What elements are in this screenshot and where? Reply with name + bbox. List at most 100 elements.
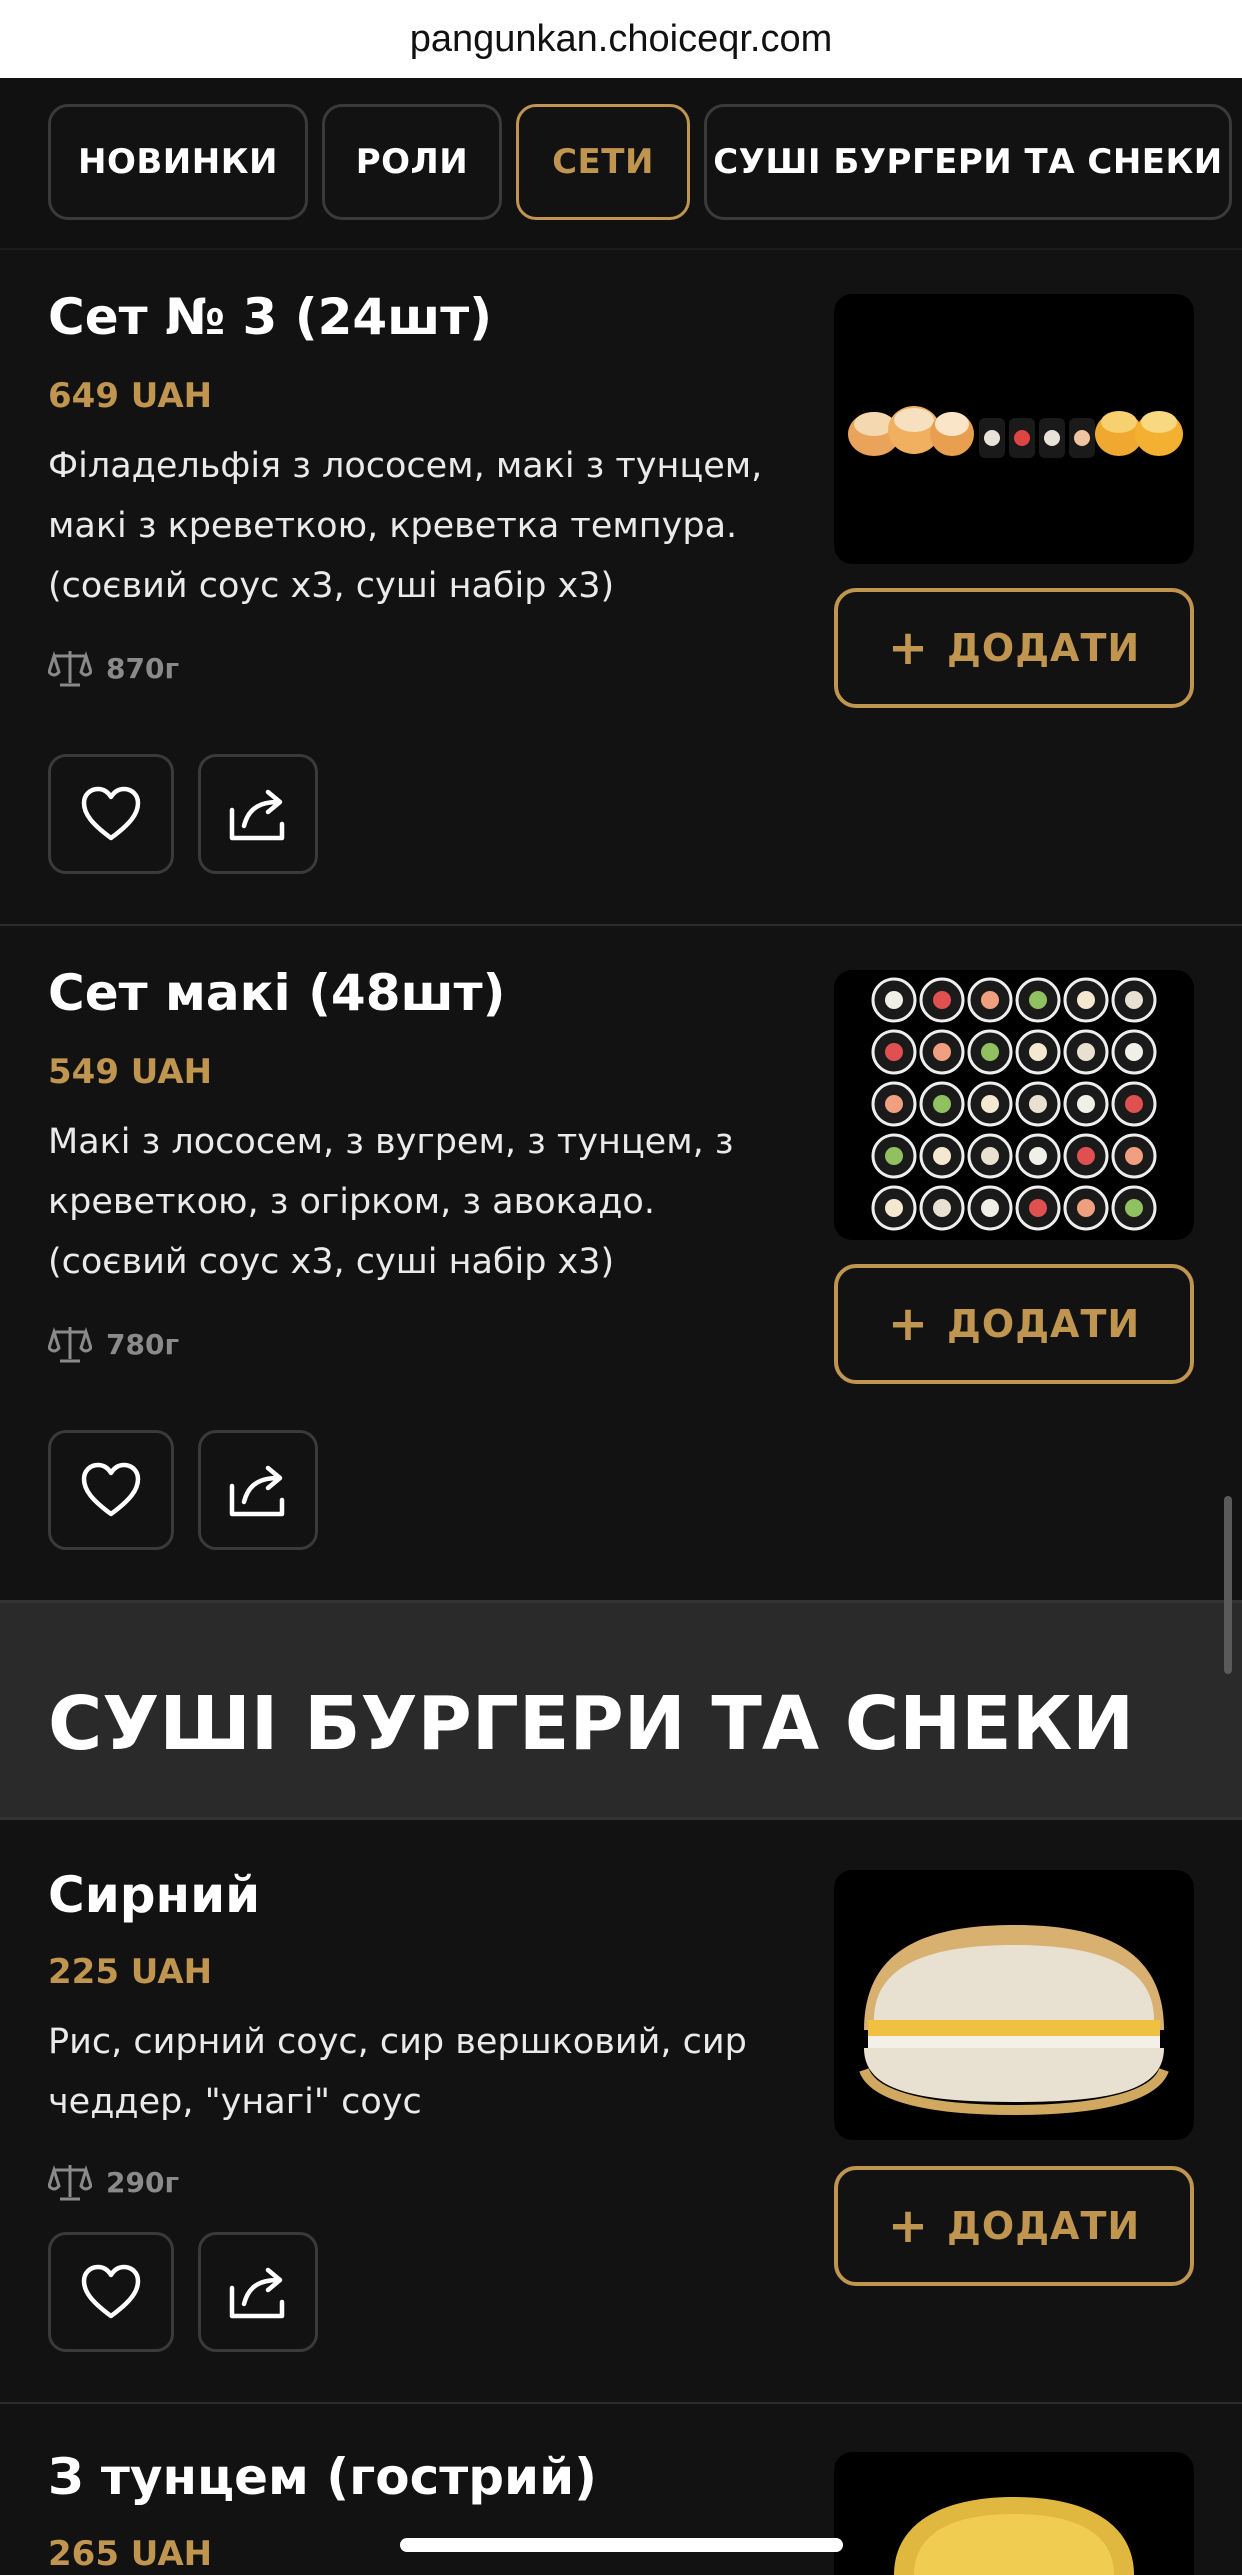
url-text: pangunkan.choiceqr.com: [409, 17, 833, 60]
sushi-set-photo[interactable]: [834, 294, 1194, 564]
maki-filling: [1077, 1095, 1095, 1113]
maki-filling: [933, 1147, 951, 1165]
item-price: 225 UAH: [48, 1952, 213, 1992]
maki-filling: [1029, 991, 1047, 1009]
maki-filling: [1029, 1199, 1047, 1217]
sushi-burger-photo[interactable]: [834, 1870, 1194, 2140]
maki-filling: [933, 991, 951, 1009]
scales-icon: [48, 1326, 92, 1363]
description-line: Макі з лососем, з вугрем, з тунцем, з: [48, 1122, 734, 1162]
maki-filling: [1125, 1043, 1143, 1061]
weight-value: 780г: [106, 1327, 180, 1361]
share-button[interactable]: [198, 1430, 318, 1550]
tab-sushi-burgers[interactable]: СУШІ БУРГЕРИ ТА СНЕКИ: [704, 104, 1232, 220]
browser-url-bar[interactable]: pangunkan.choiceqr.com: [0, 0, 1242, 78]
maki-filling: [885, 991, 903, 1009]
favorite-button[interactable]: [48, 754, 174, 874]
maki-filling: [933, 1043, 951, 1061]
sushi-burger-photo[interactable]: [834, 2452, 1194, 2575]
item-description: Макі з лососем, з вугрем, з тунцем, з кр…: [48, 1112, 788, 1292]
description-line: креветкою, з огірком, з авокадо.: [48, 1182, 655, 1222]
share-icon: [229, 2267, 285, 2319]
add-to-cart-button[interactable]: + ДОДАТИ: [834, 2166, 1194, 2286]
maki-set-photo[interactable]: [834, 970, 1194, 1240]
maki-filling: [981, 1199, 999, 1217]
item-price: 549 UAH: [48, 1052, 213, 1092]
maki-filling: [1125, 991, 1143, 1009]
share-icon: [229, 1465, 285, 1517]
section-header: СУШІ БУРГЕРИ ТА СНЕКИ: [0, 1600, 1242, 1820]
item-title: З тунцем (гострий): [48, 2448, 597, 2506]
maki-set-image: [871, 977, 1157, 1231]
maki-filling: [981, 1095, 999, 1113]
item-weight: 870г: [48, 648, 179, 688]
item-price: 649 UAH: [48, 376, 213, 416]
item-description: Філадельфія з лососем, макі з тунцем, ма…: [48, 436, 788, 616]
maki-filling: [981, 1147, 999, 1165]
menu-item: Сет № 3 (24шт) 649 UAH Філадельфія з лос…: [0, 250, 1242, 927]
add-button-label: ДОДАТИ: [947, 2204, 1141, 2248]
description-line: (соєвий соус х3, суші набір х3): [48, 1242, 615, 1282]
menu-item: Сирний 225 UAH Рис, сирний соус, сир вер…: [0, 1822, 1242, 2405]
share-button[interactable]: [198, 2232, 318, 2352]
description-line: макі з креветкою, креветка темпура.: [48, 506, 738, 546]
maki-filling: [885, 1199, 903, 1217]
item-description: Рис, сирний соус, сир вершковий, сир чед…: [48, 2012, 788, 2132]
tab-sety[interactable]: СЕТИ: [516, 104, 690, 220]
add-to-cart-button[interactable]: + ДОДАТИ: [834, 588, 1194, 708]
maki-filling: [981, 991, 999, 1009]
maki-filling: [885, 1147, 903, 1165]
description-line: чеддер, "унагі" соус: [48, 2082, 422, 2122]
maki-filling: [933, 1095, 951, 1113]
plus-icon: +: [887, 2198, 930, 2254]
weight-value: 870г: [106, 651, 180, 685]
menu-item: Сет макі (48шт) 549 UAH Макі з лососем, …: [0, 926, 1242, 1603]
scales-icon: [48, 2164, 92, 2201]
category-tabs: НОВИНКИ РОЛИ СЕТИ СУШІ БУРГЕРИ ТА СНЕКИ: [0, 78, 1242, 250]
heart-icon: [81, 786, 141, 841]
plus-icon: +: [887, 620, 930, 676]
home-indicator: [400, 2538, 843, 2552]
maki-filling: [885, 1095, 903, 1113]
description-line: Філадельфія з лососем, макі з тунцем,: [48, 446, 763, 486]
item-price: 265 UAH: [48, 2534, 213, 2574]
scrollbar[interactable]: [1224, 1496, 1232, 1674]
sushi-set-image: [848, 406, 1183, 458]
add-button-label: ДОДАТИ: [947, 1302, 1141, 1346]
maki-filling: [1077, 1147, 1095, 1165]
heart-icon: [81, 1462, 141, 1517]
item-title: Сет макі (48шт): [48, 964, 506, 1022]
maki-filling: [1077, 991, 1095, 1009]
sushi-burger-image: [859, 1925, 1169, 2116]
maki-filling: [1029, 1147, 1047, 1165]
share-button[interactable]: [198, 754, 318, 874]
description-line: (соєвий соус х3, суші набір х3): [48, 566, 615, 606]
heart-icon: [81, 2264, 141, 2319]
maki-filling: [1077, 1043, 1095, 1061]
tab-roly[interactable]: РОЛИ: [322, 104, 502, 220]
maki-filling: [1029, 1043, 1047, 1061]
weight-value: 290г: [106, 2165, 180, 2199]
favorite-button[interactable]: [48, 2232, 174, 2352]
plus-icon: +: [887, 1296, 930, 1352]
maki-filling: [1125, 1199, 1143, 1217]
maki-filling: [1077, 1199, 1095, 1217]
tab-novinky[interactable]: НОВИНКИ: [48, 104, 308, 220]
share-icon: [229, 789, 285, 841]
maki-filling: [981, 1043, 999, 1061]
add-button-label: ДОДАТИ: [947, 626, 1141, 670]
section-title: СУШІ БУРГЕРИ ТА СНЕКИ: [48, 1681, 1135, 1767]
maki-filling: [885, 1043, 903, 1061]
sushi-burger-image: [894, 2497, 1134, 2575]
add-to-cart-button[interactable]: + ДОДАТИ: [834, 1264, 1194, 1384]
favorite-button[interactable]: [48, 1430, 174, 1550]
maki-filling: [1029, 1095, 1047, 1113]
item-title: Сирний: [48, 1866, 261, 1924]
maki-filling: [933, 1199, 951, 1217]
item-weight: 780г: [48, 1324, 179, 1364]
item-title: Сет № 3 (24шт): [48, 288, 493, 346]
maki-filling: [1125, 1147, 1143, 1165]
item-weight: 290г: [48, 2162, 179, 2202]
scales-icon: [48, 650, 92, 687]
maki-filling: [1125, 1095, 1143, 1113]
